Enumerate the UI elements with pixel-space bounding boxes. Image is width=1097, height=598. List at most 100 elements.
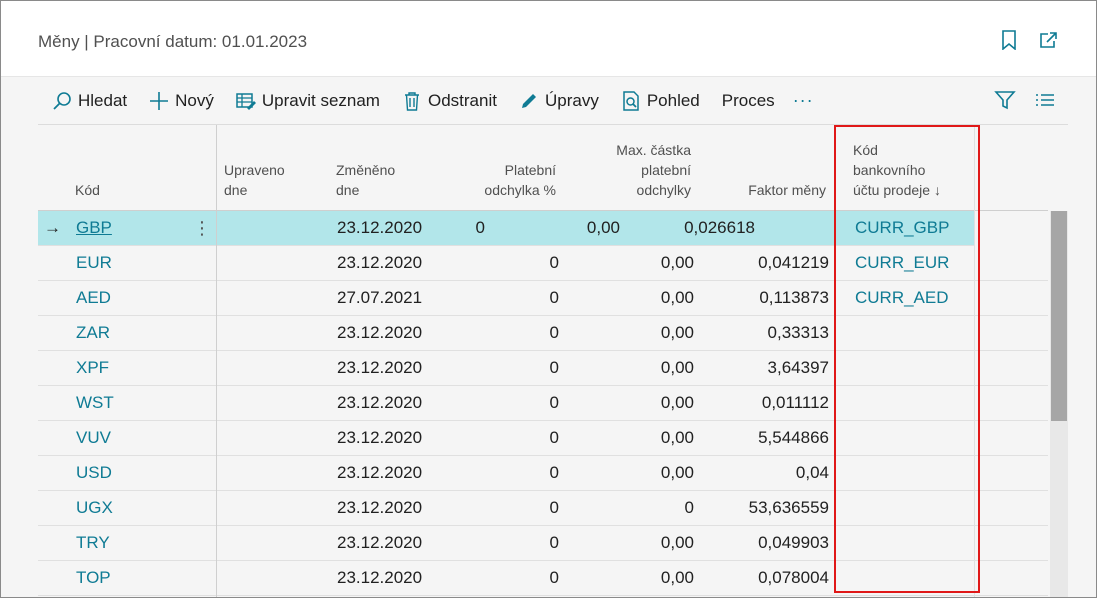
payment-tolerance-pct-cell: 0 (549, 463, 559, 482)
delete-label: Odstranit (427, 90, 497, 110)
currency-factor-cell: 0,33313 (767, 323, 829, 342)
row-marker-icon: → (44, 218, 61, 237)
payment-tolerance-pct-cell: 0 (549, 393, 559, 412)
view-document-icon (621, 90, 641, 111)
edit-list-button[interactable]: Upravit seznam (236, 83, 380, 119)
max-payment-tolerance-cell: 0,00 (660, 533, 694, 552)
changed-date-cell: 23.12.2020 (337, 568, 423, 587)
payment-tolerance-pct-cell: 0 (549, 428, 559, 447)
max-payment-tolerance-cell: 0,00 (660, 288, 694, 307)
currency-factor-cell: 0,078004 (758, 568, 829, 587)
modified-header-line1: Upraveno (224, 162, 285, 178)
column-header-code[interactable]: Kód (75, 180, 100, 200)
max-payment-tolerance-cell: 0,00 (660, 253, 694, 272)
code-cell[interactable]: GBP (76, 211, 112, 245)
factor-header-label: Faktor měny (748, 182, 826, 198)
edit-list-label: Upravit seznam (261, 90, 380, 110)
max-payment-tolerance-cell: 0,00 (660, 428, 694, 447)
max-payment-tolerance-cell: 0,00 (660, 463, 694, 482)
bookmark-icon[interactable] (998, 29, 1020, 51)
action-bar: Hledat Nový Upravit seznam Odstranit Úpr… (38, 77, 1068, 125)
currency-factor-cell: 0,113873 (759, 288, 829, 307)
changed-date-cell: 23.12.2020 (337, 463, 423, 482)
currency-factor-cell: 0,026618 (684, 218, 755, 237)
code-cell[interactable]: VUV (76, 421, 111, 455)
code-cell[interactable]: ZAR (76, 316, 110, 350)
changed-date-cell: 23.12.2020 (337, 533, 423, 552)
trash-icon (402, 91, 422, 111)
delete-button[interactable]: Odstranit (402, 83, 497, 119)
changed-date-cell: 23.12.2020 (337, 393, 423, 412)
vertical-scrollbar[interactable] (1050, 211, 1068, 597)
pay-tol-pct-header-line1: Platební (504, 162, 556, 178)
filter-icon[interactable] (994, 89, 1016, 116)
currency-factor-cell: 0,011112 (761, 393, 829, 412)
payment-tolerance-pct-cell: 0 (549, 358, 559, 377)
column-header-payment-tolerance-pct[interactable]: Platební odchylka % (484, 160, 556, 200)
open-new-window-icon[interactable] (1038, 29, 1060, 51)
new-label: Nový (175, 90, 214, 110)
modified-header-line2: dne (224, 182, 248, 198)
currency-factor-cell: 0,049903 (758, 533, 829, 552)
changed-date-cell: 27.07.2021 (337, 288, 423, 307)
column-header-max-payment-tolerance[interactable]: Max. částka platební odchylky (616, 140, 691, 200)
currency-factor-cell: 0,04 (795, 463, 829, 482)
payment-tolerance-pct-cell: 0 (549, 253, 559, 272)
max-payment-tolerance-cell: 0,00 (660, 323, 694, 342)
highlight-box (834, 125, 980, 593)
max-payment-tolerance-cell: 0,00 (660, 358, 694, 377)
title-bar: Měny | Pracovní datum: 01.01.2023 (1, 1, 1096, 77)
view-button[interactable]: Pohled (621, 83, 700, 119)
column-header-currency-factor[interactable]: Faktor měny (748, 180, 826, 200)
payment-tolerance-pct-cell: 0 (549, 323, 559, 342)
process-label: Proces (721, 90, 775, 110)
code-cell[interactable]: WST (76, 386, 114, 420)
code-cell[interactable]: AED (76, 281, 111, 315)
changed-date-cell: 23.12.2020 (337, 428, 423, 447)
column-header-changed[interactable]: Změněno dne (336, 160, 395, 200)
changed-date-cell: 23.12.2020 (337, 358, 423, 377)
max-payment-tolerance-cell: 0,00 (586, 218, 620, 237)
edit-list-icon (236, 91, 256, 111)
search-icon (52, 91, 72, 111)
column-header-modified[interactable]: Upraveno dne (224, 160, 285, 200)
pencil-icon (519, 91, 539, 111)
max-pay-tol-header-line3: odchylky (636, 182, 691, 198)
max-pay-tol-header-line2: platební (641, 162, 691, 178)
plus-icon (149, 91, 169, 111)
list-settings-icon[interactable] (1034, 89, 1056, 116)
view-label: Pohled (646, 90, 700, 110)
payment-tolerance-pct-cell: 0 (549, 568, 559, 587)
changed-date-cell: 23.12.2020 (337, 323, 423, 342)
more-actions-button[interactable]: ··· (793, 83, 814, 119)
pay-tol-pct-header-line2: odchylka % (484, 182, 556, 198)
code-cell[interactable]: TOP (76, 561, 111, 595)
row-menu-icon[interactable]: ⋮ (193, 211, 211, 245)
process-button[interactable]: Proces (722, 83, 775, 119)
search-label: Hledat (78, 90, 128, 110)
payment-tolerance-pct-cell: 0 (475, 218, 485, 237)
page-window: Měny | Pracovní datum: 01.01.2023 Hledat (0, 0, 1097, 598)
currency-factor-cell: 0,041219 (758, 253, 829, 272)
new-button[interactable]: Nový (149, 83, 214, 119)
changed-date-cell: 23.12.2020 (337, 218, 423, 237)
more-icon: ··· (792, 90, 814, 110)
code-cell[interactable]: TRY (76, 526, 110, 560)
changed-header-line2: dne (336, 182, 360, 198)
scrollbar-thumb[interactable] (1051, 211, 1067, 421)
search-button[interactable]: Hledat (52, 83, 127, 119)
code-cell[interactable]: XPF (76, 351, 109, 385)
payment-tolerance-pct-cell: 0 (549, 498, 559, 517)
payment-tolerance-pct-cell: 0 (549, 288, 559, 307)
code-header-label: Kód (75, 182, 100, 198)
code-cell[interactable]: USD (76, 456, 112, 490)
payment-tolerance-pct-cell: 0 (549, 533, 559, 552)
changed-header-line1: Změněno (336, 162, 396, 178)
page-title: Měny | Pracovní datum: 01.01.2023 (38, 32, 308, 51)
edit-button[interactable]: Úpravy (519, 83, 599, 119)
code-cell[interactable]: EUR (76, 246, 112, 280)
code-cell[interactable]: UGX (76, 491, 113, 525)
max-payment-tolerance-cell: 0,00 (660, 568, 694, 587)
changed-date-cell: 23.12.2020 (337, 253, 423, 272)
changed-date-cell: 23.12.2020 (337, 498, 423, 517)
